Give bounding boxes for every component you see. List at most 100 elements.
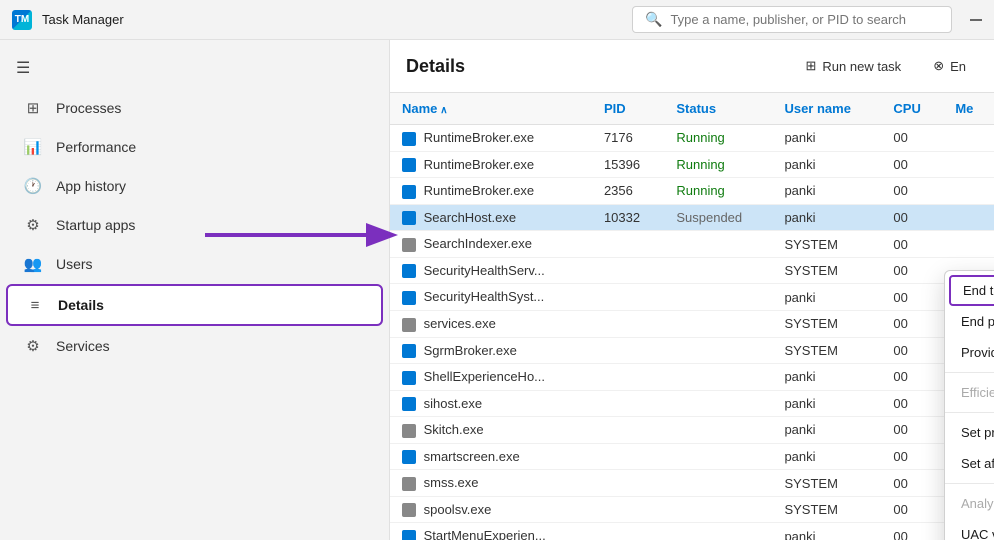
cell-name: SgrmBroker.exe (390, 337, 592, 364)
col-header-cpu[interactable]: CPU (881, 93, 943, 125)
cell-pid (592, 310, 664, 337)
table-row[interactable]: SearchHost.exe 10332 Suspended panki 00 (390, 204, 994, 231)
app-icon: TM (12, 10, 32, 30)
col-header-mem[interactable]: Me (943, 93, 994, 125)
table-row[interactable]: spoolsv.exe SYSTEM 00 (390, 496, 994, 523)
context-item-label-efficiency-mode: Efficiency mode (961, 385, 994, 400)
table-row[interactable]: smartscreen.exe panki 00 (390, 443, 994, 470)
cell-name: Skitch.exe (390, 417, 592, 444)
context-menu-item-set-affinity[interactable]: Set affinity (945, 448, 994, 479)
cell-cpu: 00 (881, 125, 943, 152)
minimize-button[interactable] (970, 19, 982, 21)
sidebar-icon-users: 👥 (24, 255, 42, 273)
process-table: Name PID Status User name CPU Me Runtime… (390, 93, 994, 540)
table-row[interactable]: RuntimeBroker.exe 15396 Running panki 00 (390, 151, 994, 178)
cell-status: Running (664, 125, 772, 152)
cell-cpu: 00 (881, 337, 943, 364)
col-header-status[interactable]: Status (664, 93, 772, 125)
cell-name: StartMenuExperien... (390, 523, 592, 540)
context-menu-item-set-priority[interactable]: Set priority › (945, 417, 994, 448)
col-header-username[interactable]: User name (772, 93, 881, 125)
cell-username: SYSTEM (772, 231, 881, 258)
cell-cpu: 00 (881, 364, 943, 391)
content-area: Details ⊞ Run new task ⊗ En Name PID (390, 40, 994, 540)
run-new-task-button[interactable]: ⊞ Run new task (794, 52, 914, 80)
sidebar-item-performance[interactable]: 📊 Performance (6, 128, 383, 166)
sidebar-item-users[interactable]: 👥 Users (6, 245, 383, 283)
context-item-label-provide-feedback: Provide feedback (961, 345, 994, 360)
col-header-name[interactable]: Name (390, 93, 592, 125)
sidebar-label-users: Users (56, 256, 93, 272)
table-row[interactable]: SgrmBroker.exe SYSTEM 00 (390, 337, 994, 364)
sidebar-item-details[interactable]: ≡ Details (6, 284, 383, 326)
cell-name: SearchHost.exe (390, 204, 592, 231)
cell-username: panki (772, 417, 881, 444)
sidebar-item-startup-apps[interactable]: ⚙ Startup apps (6, 206, 383, 244)
hamburger-button[interactable]: ☰ (0, 48, 389, 88)
cell-mem (943, 151, 994, 178)
cell-status (664, 523, 772, 540)
cell-username: SYSTEM (772, 496, 881, 523)
table-row[interactable]: Skitch.exe panki 00 (390, 417, 994, 444)
context-menu-item-uac-virtualization[interactable]: UAC virtualization (945, 519, 994, 540)
table-row[interactable]: sihost.exe panki 00 (390, 390, 994, 417)
cell-username: panki (772, 443, 881, 470)
search-box[interactable]: 🔍 (632, 6, 952, 33)
sidebar-icon-services: ⚙ (24, 337, 42, 355)
cell-pid (592, 470, 664, 497)
context-item-label-set-priority: Set priority (961, 425, 994, 440)
col-header-pid[interactable]: PID (592, 93, 664, 125)
cell-mem (943, 204, 994, 231)
separator-separator1 (945, 372, 994, 373)
cell-status (664, 337, 772, 364)
context-item-label-uac-virtualization: UAC virtualization (961, 527, 994, 540)
context-menu-item-provide-feedback[interactable]: Provide feedback (945, 337, 994, 368)
search-input[interactable] (670, 12, 939, 27)
table-row[interactable]: RuntimeBroker.exe 2356 Running panki 00 (390, 178, 994, 205)
sidebar-icon-app-history: 🕐 (24, 177, 42, 195)
sidebar-icon-processes: ⊞ (24, 99, 42, 117)
context-menu-item-end-task[interactable]: End task (949, 275, 994, 306)
sidebar-item-processes[interactable]: ⊞ Processes (6, 89, 383, 127)
table-row[interactable]: StartMenuExperien... panki 00 (390, 523, 994, 540)
table-row[interactable]: ShellExperienceHo... panki 00 (390, 364, 994, 391)
context-menu: End task End process tree Provide feedba… (944, 270, 994, 540)
cell-name: SecurityHealthSyst... (390, 284, 592, 311)
cell-status (664, 284, 772, 311)
header-actions: ⊞ Run new task ⊗ En (794, 52, 978, 80)
context-menu-items: End task End process tree Provide feedba… (945, 275, 994, 540)
table-row[interactable]: SecurityHealthServ... SYSTEM 00 (390, 257, 994, 284)
cell-pid (592, 364, 664, 391)
sidebar-label-app-history: App history (56, 178, 126, 194)
cell-cpu: 00 (881, 204, 943, 231)
cell-name: RuntimeBroker.exe (390, 151, 592, 178)
sidebar-item-services[interactable]: ⚙ Services (6, 327, 383, 365)
cell-pid: 7176 (592, 125, 664, 152)
cell-status (664, 231, 772, 258)
context-item-label-end-task: End task (963, 283, 994, 298)
cell-name: smss.exe (390, 470, 592, 497)
cell-username: panki (772, 284, 881, 311)
sidebar-nav: ⊞ Processes 📊 Performance 🕐 App history … (0, 88, 389, 366)
cell-status (664, 310, 772, 337)
table-row[interactable]: SearchIndexer.exe SYSTEM 00 (390, 231, 994, 258)
context-menu-item-end-process-tree[interactable]: End process tree (945, 306, 994, 337)
table-row[interactable]: SecurityHealthSyst... panki 00 (390, 284, 994, 311)
sidebar-icon-performance: 📊 (24, 138, 42, 156)
app-title: Task Manager (42, 12, 124, 27)
cell-status (664, 443, 772, 470)
cell-username: panki (772, 523, 881, 540)
end-task-header-button[interactable]: ⊗ En (921, 52, 978, 80)
table-row[interactable]: services.exe SYSTEM 00 (390, 310, 994, 337)
cell-pid (592, 523, 664, 540)
context-menu-item-efficiency-mode: Efficiency mode (945, 377, 994, 408)
sidebar-item-app-history[interactable]: 🕐 App history (6, 167, 383, 205)
cell-cpu: 00 (881, 310, 943, 337)
cell-username: SYSTEM (772, 257, 881, 284)
table-row[interactable]: smss.exe SYSTEM 00 (390, 470, 994, 497)
sidebar-label-details: Details (58, 297, 104, 313)
main-layout: ☰ ⊞ Processes 📊 Performance 🕐 App histor… (0, 40, 994, 540)
cell-cpu: 00 (881, 257, 943, 284)
table-row[interactable]: RuntimeBroker.exe 7176 Running panki 00 (390, 125, 994, 152)
cell-pid: 10332 (592, 204, 664, 231)
